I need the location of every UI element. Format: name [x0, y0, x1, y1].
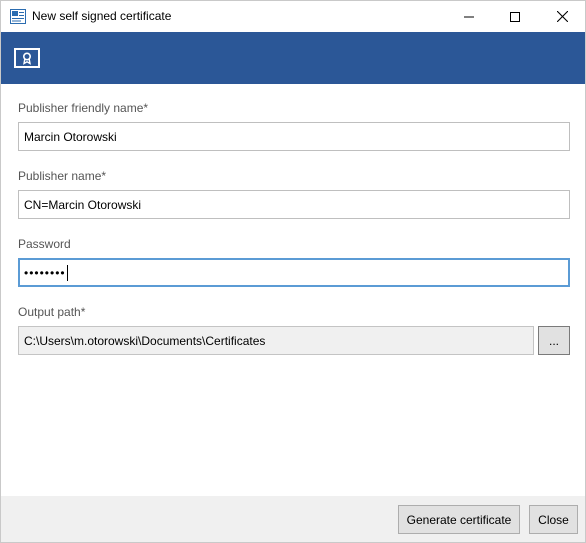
- password-value: ••••••••: [24, 265, 66, 280]
- header-banner: [1, 32, 585, 84]
- output-path-value: C:\Users\m.otorowski\Documents\Certifica…: [24, 333, 266, 348]
- window-title: New self signed certificate: [32, 9, 172, 23]
- text-caret: [66, 264, 68, 281]
- password-input[interactable]: ••••••••: [18, 258, 570, 287]
- dialog-footer: Generate certificate Close: [1, 496, 585, 542]
- title-bar[interactable]: New self signed certificate: [1, 1, 585, 32]
- maximize-icon: [510, 11, 520, 22]
- generate-certificate-button[interactable]: Generate certificate: [398, 505, 520, 534]
- maximize-button[interactable]: [492, 1, 538, 32]
- close-icon: [556, 11, 568, 22]
- publisher-name-input[interactable]: CN=Marcin Otorowski: [18, 190, 570, 219]
- friendly-name-label: Publisher friendly name*: [18, 101, 149, 115]
- certificate-icon: [14, 48, 40, 68]
- publisher-name-label: Publisher name*: [18, 169, 107, 183]
- browse-button[interactable]: ...: [538, 326, 570, 355]
- output-path-label: Output path*: [18, 305, 86, 319]
- minimize-button[interactable]: [446, 1, 492, 32]
- certificate-form: Publisher friendly name* Marcin Otorowsk…: [1, 84, 585, 496]
- close-button[interactable]: Close: [529, 505, 578, 534]
- publisher-name-value: CN=Marcin Otorowski: [24, 197, 142, 212]
- friendly-name-input[interactable]: Marcin Otorowski: [18, 122, 570, 151]
- output-path-input[interactable]: C:\Users\m.otorowski\Documents\Certifica…: [18, 326, 534, 355]
- close-window-button[interactable]: [539, 1, 585, 32]
- friendly-name-value: Marcin Otorowski: [24, 129, 117, 144]
- minimize-icon: [464, 16, 474, 17]
- certificate-dialog: New self signed certificate Publisher fr…: [0, 0, 586, 543]
- certificate-app-icon: [10, 9, 26, 24]
- password-label: Password: [18, 237, 71, 251]
